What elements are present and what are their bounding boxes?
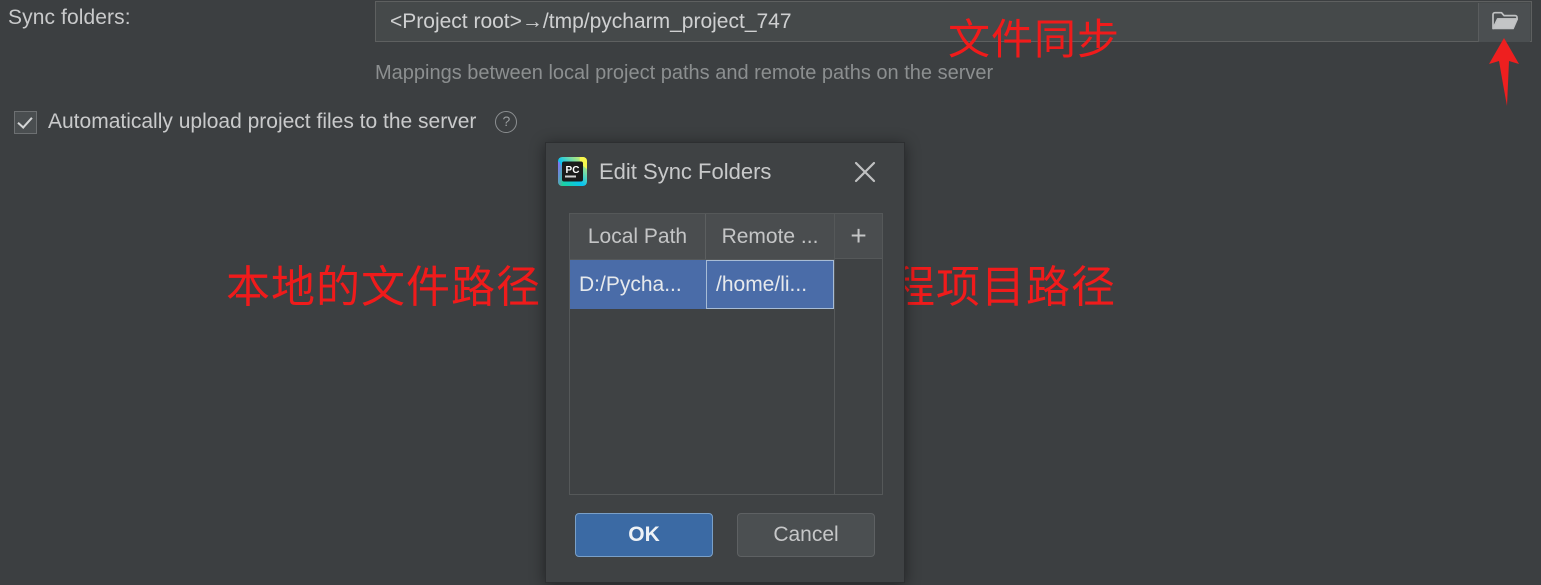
edit-sync-folders-dialog: PC Edit Sync Folders Local Path Remote .… (545, 142, 905, 583)
dialog-button-bar: OK Cancel (546, 513, 904, 557)
cell-local-path[interactable]: D:/Pycha... (570, 260, 706, 309)
ok-button[interactable]: OK (575, 513, 713, 557)
dialog-titlebar: PC Edit Sync Folders (546, 143, 904, 200)
add-mapping-button[interactable]: + (835, 214, 882, 259)
auto-upload-row[interactable]: Automatically upload project files to th… (14, 110, 518, 134)
column-header-local-path[interactable]: Local Path (570, 214, 706, 259)
browse-folders-button[interactable] (1478, 3, 1530, 42)
pycharm-deployment-settings-screen: Sync folders: <Project root>→/tmp/pychar… (0, 0, 1541, 585)
sync-folders-value: <Project root>→/tmp/pycharm_project_747 (390, 9, 792, 33)
sync-folders-hint: Mappings between local project paths and… (375, 62, 994, 84)
auto-upload-label: Automatically upload project files to th… (48, 110, 477, 133)
cell-remote-path[interactable]: /home/li... (706, 260, 834, 309)
close-icon[interactable] (852, 159, 878, 185)
sync-folders-table: Local Path Remote ... D:/Pycha... /home/… (569, 213, 883, 495)
cancel-button[interactable]: Cancel (737, 513, 875, 557)
svg-text:PC: PC (566, 165, 580, 176)
column-header-remote-path[interactable]: Remote ... (706, 214, 834, 259)
question-mark-icon[interactable]: ? (495, 111, 518, 133)
table-columns-area: Local Path Remote ... D:/Pycha... /home/… (570, 214, 835, 494)
dialog-title: Edit Sync Folders (599, 158, 772, 184)
auto-upload-checkbox[interactable] (14, 110, 37, 134)
folder-icon (1491, 10, 1518, 36)
annotation-file-sync: 文件同步 (948, 15, 1121, 64)
table-row[interactable]: D:/Pycha... /home/li... (570, 260, 834, 309)
pycharm-logo-icon: PC (558, 157, 587, 186)
table-toolbar: + (835, 214, 882, 494)
annotation-local-path: 本地的文件路径 (226, 262, 541, 313)
table-header-row: Local Path Remote ... (570, 214, 834, 260)
red-up-arrow (1479, 38, 1529, 106)
sync-folders-label: Sync folders: (8, 6, 131, 29)
